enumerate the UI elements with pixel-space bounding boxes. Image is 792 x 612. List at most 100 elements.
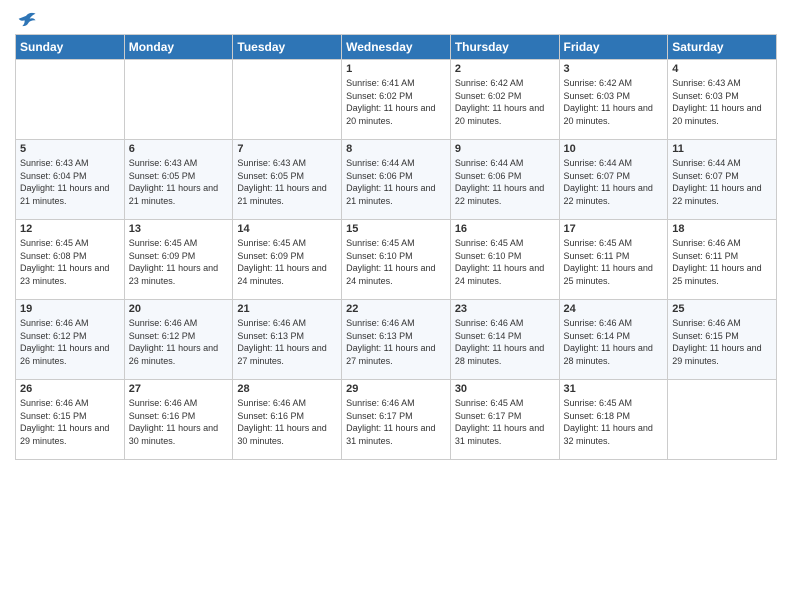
day-number: 29	[346, 383, 446, 395]
weekday-header-wednesday: Wednesday	[342, 35, 451, 60]
day-info: Sunrise: 6:46 AM Sunset: 6:15 PM Dayligh…	[20, 397, 120, 447]
calendar-cell: 18 Sunrise: 6:46 AM Sunset: 6:11 PM Dayli…	[668, 220, 777, 300]
calendar-cell: 27Sunrise: 6:46 AM Sunset: 6:16 PM Dayli…	[124, 380, 233, 460]
calendar-cell: 2Sunrise: 6:42 AM Sunset: 6:02 PM Daylig…	[450, 60, 559, 140]
calendar-cell: 17 Sunrise: 6:45 AM Sunset: 6:11 PM Dayli…	[559, 220, 668, 300]
week-row-2: 5Sunrise: 6:43 AM Sunset: 6:04 PM Daylig…	[16, 140, 777, 220]
day-info: Sunrise: 6:44 AM Sunset: 6:06 PM Dayligh…	[346, 157, 446, 207]
day-info: Sunrise: 6:42 AM Sunset: 6:03 PM Dayligh…	[564, 77, 664, 127]
calendar-cell	[16, 60, 125, 140]
day-info: Sunrise: 6:45 AM Sunset: 6:11 PM Dayligh…	[564, 237, 664, 287]
calendar-cell: 31 Sunrise: 6:45 AM Sunset: 6:18 PM Dayli…	[559, 380, 668, 460]
day-number: 17	[564, 223, 664, 235]
weekday-header-tuesday: Tuesday	[233, 35, 342, 60]
calendar-cell: 13Sunrise: 6:45 AM Sunset: 6:09 PM Dayli…	[124, 220, 233, 300]
week-row-4: 19 Sunrise: 6:46 AM Sunset: 6:12 PM Dayli…	[16, 300, 777, 380]
calendar-cell	[233, 60, 342, 140]
calendar-cell: 8 Sunrise: 6:44 AM Sunset: 6:06 PM Daylig…	[342, 140, 451, 220]
day-number: 16	[455, 223, 555, 235]
day-info: Sunrise: 6:44 AM Sunset: 6:07 PM Dayligh…	[672, 157, 772, 207]
calendar-cell	[668, 380, 777, 460]
calendar-cell: 11Sunrise: 6:44 AM Sunset: 6:07 PM Dayli…	[668, 140, 777, 220]
day-number: 3	[564, 63, 664, 75]
day-info: Sunrise: 6:46 AM Sunset: 6:12 PM Dayligh…	[20, 317, 120, 367]
calendar-table: SundayMondayTuesdayWednesdayThursdayFrid…	[15, 34, 777, 460]
day-number: 25	[672, 303, 772, 315]
day-info: Sunrise: 6:45 AM Sunset: 6:17 PM Dayligh…	[455, 397, 555, 447]
day-number: 18	[672, 223, 772, 235]
day-info: Sunrise: 6:46 AM Sunset: 6:16 PM Dayligh…	[237, 397, 337, 447]
day-number: 26	[20, 383, 120, 395]
page: SundayMondayTuesdayWednesdayThursdayFrid…	[0, 0, 792, 612]
calendar-cell: 12Sunrise: 6:45 AM Sunset: 6:08 PM Dayli…	[16, 220, 125, 300]
day-info: Sunrise: 6:46 AM Sunset: 6:13 PM Dayligh…	[346, 317, 446, 367]
day-info: Sunrise: 6:46 AM Sunset: 6:16 PM Dayligh…	[129, 397, 229, 447]
calendar-cell: 16 Sunrise: 6:45 AM Sunset: 6:10 PM Dayli…	[450, 220, 559, 300]
weekday-header-thursday: Thursday	[450, 35, 559, 60]
day-number: 6	[129, 143, 229, 155]
day-number: 15	[346, 223, 446, 235]
day-info: Sunrise: 6:44 AM Sunset: 6:06 PM Dayligh…	[455, 157, 555, 207]
calendar-cell: 5Sunrise: 6:43 AM Sunset: 6:04 PM Daylig…	[16, 140, 125, 220]
day-info: Sunrise: 6:46 AM Sunset: 6:14 PM Dayligh…	[455, 317, 555, 367]
calendar-cell: 7 Sunrise: 6:43 AM Sunset: 6:05 PM Daylig…	[233, 140, 342, 220]
day-number: 14	[237, 223, 337, 235]
calendar-cell: 29Sunrise: 6:46 AM Sunset: 6:17 PM Dayli…	[342, 380, 451, 460]
calendar-cell: 1 Sunrise: 6:41 AM Sunset: 6:02 PM Daylig…	[342, 60, 451, 140]
day-number: 23	[455, 303, 555, 315]
day-number: 19	[20, 303, 120, 315]
day-info: Sunrise: 6:41 AM Sunset: 6:02 PM Dayligh…	[346, 77, 446, 127]
calendar-cell: 15 Sunrise: 6:45 AM Sunset: 6:10 PM Dayli…	[342, 220, 451, 300]
calendar-cell: 25 Sunrise: 6:46 AM Sunset: 6:15 PM Dayli…	[668, 300, 777, 380]
calendar-cell: 3 Sunrise: 6:42 AM Sunset: 6:03 PM Daylig…	[559, 60, 668, 140]
day-number: 20	[129, 303, 229, 315]
calendar-cell: 26 Sunrise: 6:46 AM Sunset: 6:15 PM Dayli…	[16, 380, 125, 460]
day-info: Sunrise: 6:46 AM Sunset: 6:15 PM Dayligh…	[672, 317, 772, 367]
day-info: Sunrise: 6:45 AM Sunset: 6:09 PM Dayligh…	[129, 237, 229, 287]
week-row-5: 26 Sunrise: 6:46 AM Sunset: 6:15 PM Dayli…	[16, 380, 777, 460]
calendar-cell: 9 Sunrise: 6:44 AM Sunset: 6:06 PM Daylig…	[450, 140, 559, 220]
calendar-cell: 4Sunrise: 6:43 AM Sunset: 6:03 PM Daylig…	[668, 60, 777, 140]
day-info: Sunrise: 6:45 AM Sunset: 6:09 PM Dayligh…	[237, 237, 337, 287]
day-number: 21	[237, 303, 337, 315]
weekday-header-friday: Friday	[559, 35, 668, 60]
calendar-cell: 28 Sunrise: 6:46 AM Sunset: 6:16 PM Dayli…	[233, 380, 342, 460]
calendar-cell: 21 Sunrise: 6:46 AM Sunset: 6:13 PM Dayli…	[233, 300, 342, 380]
day-info: Sunrise: 6:46 AM Sunset: 6:14 PM Dayligh…	[564, 317, 664, 367]
day-number: 24	[564, 303, 664, 315]
day-number: 1	[346, 63, 446, 75]
day-info: Sunrise: 6:46 AM Sunset: 6:11 PM Dayligh…	[672, 237, 772, 287]
day-info: Sunrise: 6:45 AM Sunset: 6:10 PM Dayligh…	[455, 237, 555, 287]
calendar-cell: 24 Sunrise: 6:46 AM Sunset: 6:14 PM Dayli…	[559, 300, 668, 380]
day-number: 7	[237, 143, 337, 155]
day-number: 28	[237, 383, 337, 395]
day-info: Sunrise: 6:44 AM Sunset: 6:07 PM Dayligh…	[564, 157, 664, 207]
calendar-cell: 19 Sunrise: 6:46 AM Sunset: 6:12 PM Dayli…	[16, 300, 125, 380]
logo	[15, 10, 37, 26]
day-number: 9	[455, 143, 555, 155]
day-info: Sunrise: 6:46 AM Sunset: 6:13 PM Dayligh…	[237, 317, 337, 367]
day-info: Sunrise: 6:45 AM Sunset: 6:10 PM Dayligh…	[346, 237, 446, 287]
calendar-cell: 22 Sunrise: 6:46 AM Sunset: 6:13 PM Dayli…	[342, 300, 451, 380]
weekday-header-sunday: Sunday	[16, 35, 125, 60]
day-info: Sunrise: 6:45 AM Sunset: 6:18 PM Dayligh…	[564, 397, 664, 447]
day-number: 12	[20, 223, 120, 235]
weekday-header-row: SundayMondayTuesdayWednesdayThursdayFrid…	[16, 35, 777, 60]
calendar-cell: 14 Sunrise: 6:45 AM Sunset: 6:09 PM Dayli…	[233, 220, 342, 300]
header	[15, 10, 777, 26]
day-number: 10	[564, 143, 664, 155]
logo-bird-icon	[15, 10, 37, 32]
calendar-cell: 30Sunrise: 6:45 AM Sunset: 6:17 PM Dayli…	[450, 380, 559, 460]
day-number: 22	[346, 303, 446, 315]
week-row-1: 1 Sunrise: 6:41 AM Sunset: 6:02 PM Daylig…	[16, 60, 777, 140]
weekday-header-monday: Monday	[124, 35, 233, 60]
calendar-cell: 20 Sunrise: 6:46 AM Sunset: 6:12 PM Dayli…	[124, 300, 233, 380]
day-number: 8	[346, 143, 446, 155]
day-info: Sunrise: 6:43 AM Sunset: 6:03 PM Dayligh…	[672, 77, 772, 127]
day-info: Sunrise: 6:43 AM Sunset: 6:04 PM Dayligh…	[20, 157, 120, 207]
day-info: Sunrise: 6:42 AM Sunset: 6:02 PM Dayligh…	[455, 77, 555, 127]
weekday-header-saturday: Saturday	[668, 35, 777, 60]
day-info: Sunrise: 6:46 AM Sunset: 6:12 PM Dayligh…	[129, 317, 229, 367]
day-info: Sunrise: 6:43 AM Sunset: 6:05 PM Dayligh…	[237, 157, 337, 207]
day-number: 31	[564, 383, 664, 395]
